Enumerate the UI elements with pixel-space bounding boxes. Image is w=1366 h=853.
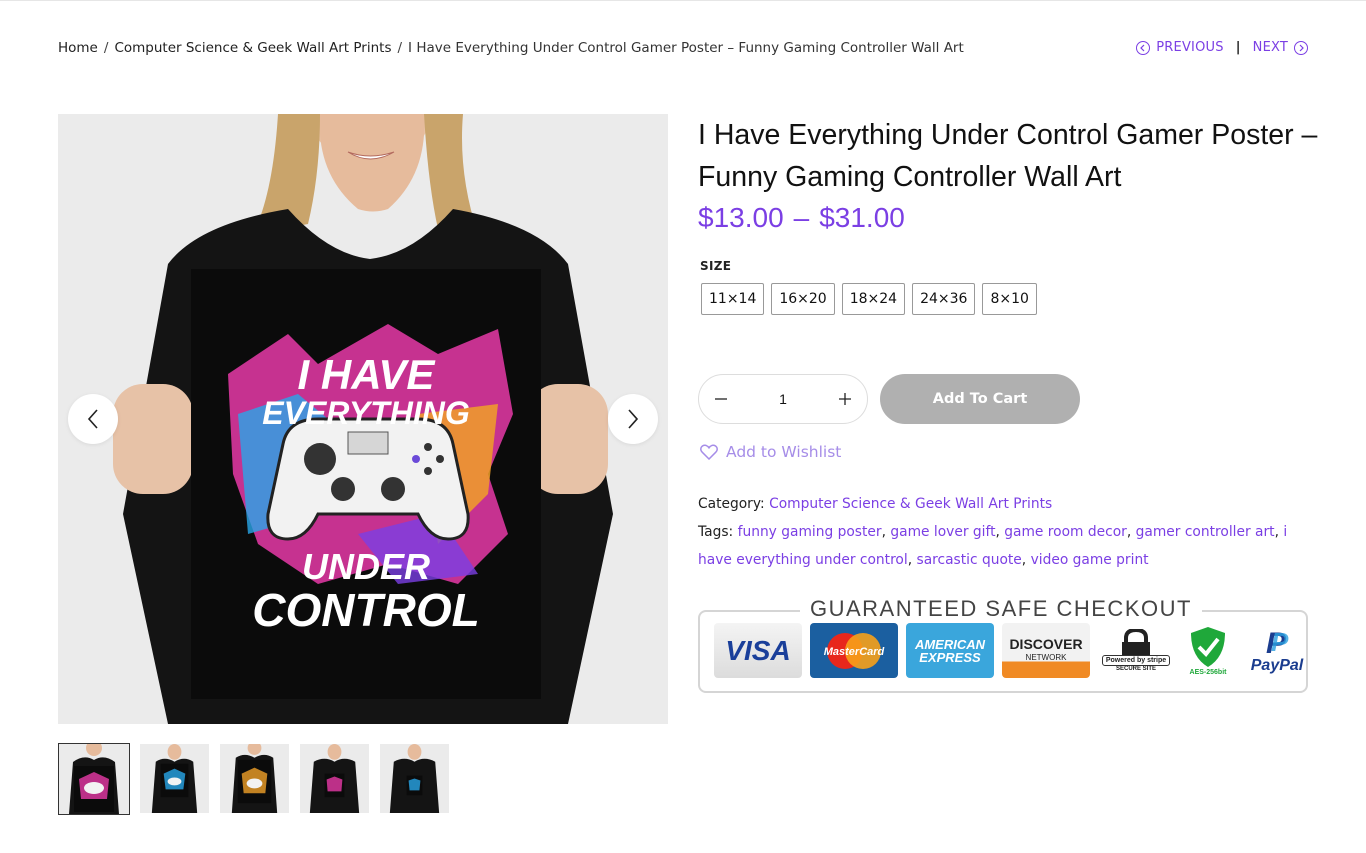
aes-shield-logo: AES-256bit <box>1182 623 1234 678</box>
thumbnail-strip <box>58 743 449 815</box>
heart-icon <box>700 444 718 460</box>
tag-link[interactable]: game room decor <box>1004 524 1127 540</box>
price-max: $31.00 <box>819 202 905 233</box>
size-label: SIZE <box>700 259 732 273</box>
paypal-p-icon: P P <box>1266 627 1289 657</box>
aes-text: AES-256bit <box>1189 669 1227 676</box>
breadcrumb-separator: / <box>397 40 403 56</box>
breadcrumb: Home / Computer Science & Geek Wall Art … <box>58 40 964 56</box>
plus-icon <box>839 393 851 405</box>
add-to-cart-button[interactable]: Add To Cart <box>880 374 1080 424</box>
product-main-image[interactable]: I HAVE EVERYTHING UNDER CONTROL <box>58 114 668 724</box>
next-product-link[interactable]: NEXT <box>1253 40 1308 55</box>
thumbnail-image <box>380 744 449 813</box>
stripe-text: Powered by stripe <box>1101 655 1171 666</box>
breadcrumb-category[interactable]: Computer Science & Geek Wall Art Prints <box>114 40 391 56</box>
tag-link[interactable]: funny gaming poster <box>738 524 882 540</box>
previous-label: PREVIOUS <box>1156 40 1224 55</box>
quantity-decrease-button[interactable] <box>711 389 731 409</box>
chevron-left-icon <box>87 409 98 429</box>
product-meta: Category: Computer Science & Geek Wall A… <box>698 490 1308 574</box>
safe-checkout-title: GUARANTEED SAFE CHECKOUT <box>800 596 1202 622</box>
tag-link[interactable]: gamer controller art <box>1136 524 1275 540</box>
quantity-increase-button[interactable] <box>835 389 855 409</box>
svg-text:P: P <box>1271 627 1289 657</box>
thumbnail-4[interactable] <box>300 744 369 813</box>
wishlist-label: Add to Wishlist <box>726 443 842 461</box>
discover-sub: NETWORK <box>1025 652 1067 662</box>
payment-logos: VISA MasterCard AMERICAN EXPRESS DISCOVE… <box>714 623 1312 678</box>
top-divider <box>0 0 1366 1</box>
previous-product-link[interactable]: PREVIOUS <box>1136 40 1223 55</box>
thumbnail-image <box>140 744 209 813</box>
poster-text-line4: CONTROL <box>252 584 479 636</box>
visa-logo: VISA <box>714 623 802 678</box>
amex-line1: AMERICAN <box>914 636 986 652</box>
tag-link[interactable]: video game print <box>1031 552 1149 568</box>
price-min: $13.00 <box>698 202 784 233</box>
gallery-prev-button[interactable] <box>68 394 118 444</box>
size-option-24x36[interactable]: 24×36 <box>912 283 976 315</box>
minus-icon <box>715 398 727 400</box>
stripe-secure-logo: Powered by stripe SECURE SITE <box>1098 623 1174 678</box>
poster-mockup-illustration: I HAVE EVERYTHING UNDER CONTROL <box>58 114 668 724</box>
amex-line2: EXPRESS <box>919 649 981 665</box>
quantity-stepper <box>698 374 868 424</box>
mastercard-circles-icon: MasterCard <box>824 632 885 669</box>
product-price: $13.00 – $31.00 <box>698 202 905 234</box>
chevron-left-circle-icon <box>1136 40 1151 55</box>
mastercard-logo: MasterCard <box>810 623 898 678</box>
breadcrumb-separator: / <box>103 40 109 56</box>
category-row: Category: Computer Science & Geek Wall A… <box>698 490 1308 518</box>
size-option-18x24[interactable]: 18×24 <box>841 283 906 315</box>
mastercard-text: MasterCard <box>824 646 885 658</box>
tag-link[interactable]: game lover gift <box>890 524 995 540</box>
tag-link[interactable]: sarcastic quote <box>917 552 1022 568</box>
thumbnail-image <box>300 744 369 813</box>
size-options: 11×14 16×20 18×24 24×36 8×10 <box>701 283 1037 315</box>
tags-row: Tags: funny gaming poster, game lover gi… <box>698 524 1288 568</box>
chevron-right-circle-icon <box>1294 40 1308 55</box>
category-link[interactable]: Computer Science & Geek Wall Art Prints <box>769 496 1052 512</box>
thumbnail-1[interactable] <box>58 743 130 815</box>
product-title: I Have Everything Under Control Gamer Po… <box>698 119 1318 193</box>
thumbnail-5[interactable] <box>380 744 449 813</box>
shield-check-icon <box>1191 627 1225 667</box>
thumbnail-2[interactable] <box>140 744 209 813</box>
poster-text-line3: UNDER <box>302 546 430 587</box>
chevron-right-icon <box>628 409 639 429</box>
gallery-next-button[interactable] <box>608 394 658 444</box>
tags-label: Tags: <box>698 524 734 540</box>
thumbnail-3[interactable] <box>220 744 289 813</box>
poster-text-line1: I HAVE <box>298 351 437 398</box>
padlock-icon <box>1122 629 1150 655</box>
breadcrumb-home[interactable]: Home <box>58 40 98 56</box>
next-label: NEXT <box>1252 40 1288 55</box>
breadcrumb-current: I Have Everything Under Control Gamer Po… <box>408 40 964 56</box>
size-option-8x10[interactable]: 8×10 <box>982 283 1037 315</box>
add-to-wishlist-link[interactable]: Add to Wishlist <box>700 443 841 461</box>
discover-text: DISCOVER <box>1009 635 1083 652</box>
quantity-input[interactable] <box>763 391 803 407</box>
stripe-sub: SECURE SITE <box>1115 666 1156 672</box>
poster-text-line2: EVERYTHING <box>262 395 469 431</box>
category-label: Category: <box>698 496 765 512</box>
thumbnail-image <box>59 744 129 814</box>
product-pager: PREVIOUS | NEXT <box>1136 40 1308 55</box>
size-option-11x14[interactable]: 11×14 <box>701 283 765 315</box>
thumbnail-image <box>220 744 289 813</box>
paypal-text: PayPal <box>1250 656 1304 674</box>
amex-logo: AMERICAN EXPRESS <box>906 623 994 678</box>
size-option-16x20[interactable]: 16×20 <box>771 283 835 315</box>
discover-logo: DISCOVER NETWORK <box>1002 623 1090 678</box>
price-dash: – <box>793 202 810 233</box>
pager-divider: | <box>1235 40 1241 55</box>
paypal-logo: P P PayPal <box>1242 623 1312 678</box>
